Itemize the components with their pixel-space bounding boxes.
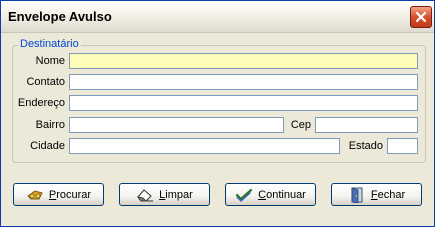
close-button[interactable]	[410, 6, 432, 28]
estado-input[interactable]	[387, 138, 418, 154]
fechar-mnemonic: F	[370, 188, 378, 201]
endereco-label: Endereço	[17, 97, 65, 109]
continuar-button[interactable]: Continuar	[225, 183, 316, 206]
destinatario-legend: Destinatário	[18, 38, 81, 50]
contato-input[interactable]	[69, 74, 418, 90]
nome-input[interactable]	[69, 53, 418, 69]
exit-door-icon	[348, 186, 366, 203]
procurar-button[interactable]: Procurar	[13, 183, 104, 206]
cidade-input[interactable]	[69, 138, 340, 154]
close-icon	[415, 11, 427, 23]
procurar-label: rocurar	[56, 188, 92, 201]
nome-label: Nome	[35, 55, 65, 67]
checkmark-icon	[235, 187, 253, 203]
cep-input[interactable]	[315, 117, 418, 133]
continuar-mnemonic: C	[258, 188, 267, 201]
fechar-label: echar	[377, 188, 406, 201]
endereco-input[interactable]	[69, 95, 418, 111]
limpar-label: impar	[165, 188, 193, 201]
estado-label: Estado	[348, 140, 383, 152]
bairro-label: Bairro	[35, 119, 65, 131]
fechar-button[interactable]: Fechar	[331, 183, 422, 206]
title-bar[interactable]: Envelope Avulso	[1, 1, 434, 33]
contato-label: Contato	[26, 76, 65, 88]
cidade-label: Cidade	[30, 140, 65, 152]
envelope-dialog: Envelope Avulso Destinatário Nome Contat…	[0, 0, 435, 227]
eraser-icon	[136, 187, 154, 203]
limpar-button[interactable]: Limpar	[119, 183, 210, 206]
search-binoculars-icon	[26, 187, 44, 203]
bairro-input[interactable]	[69, 117, 284, 133]
continuar-label: ontinuar	[266, 188, 306, 201]
window-title: Envelope Avulso	[8, 9, 112, 24]
cep-label: Cep	[290, 119, 311, 131]
